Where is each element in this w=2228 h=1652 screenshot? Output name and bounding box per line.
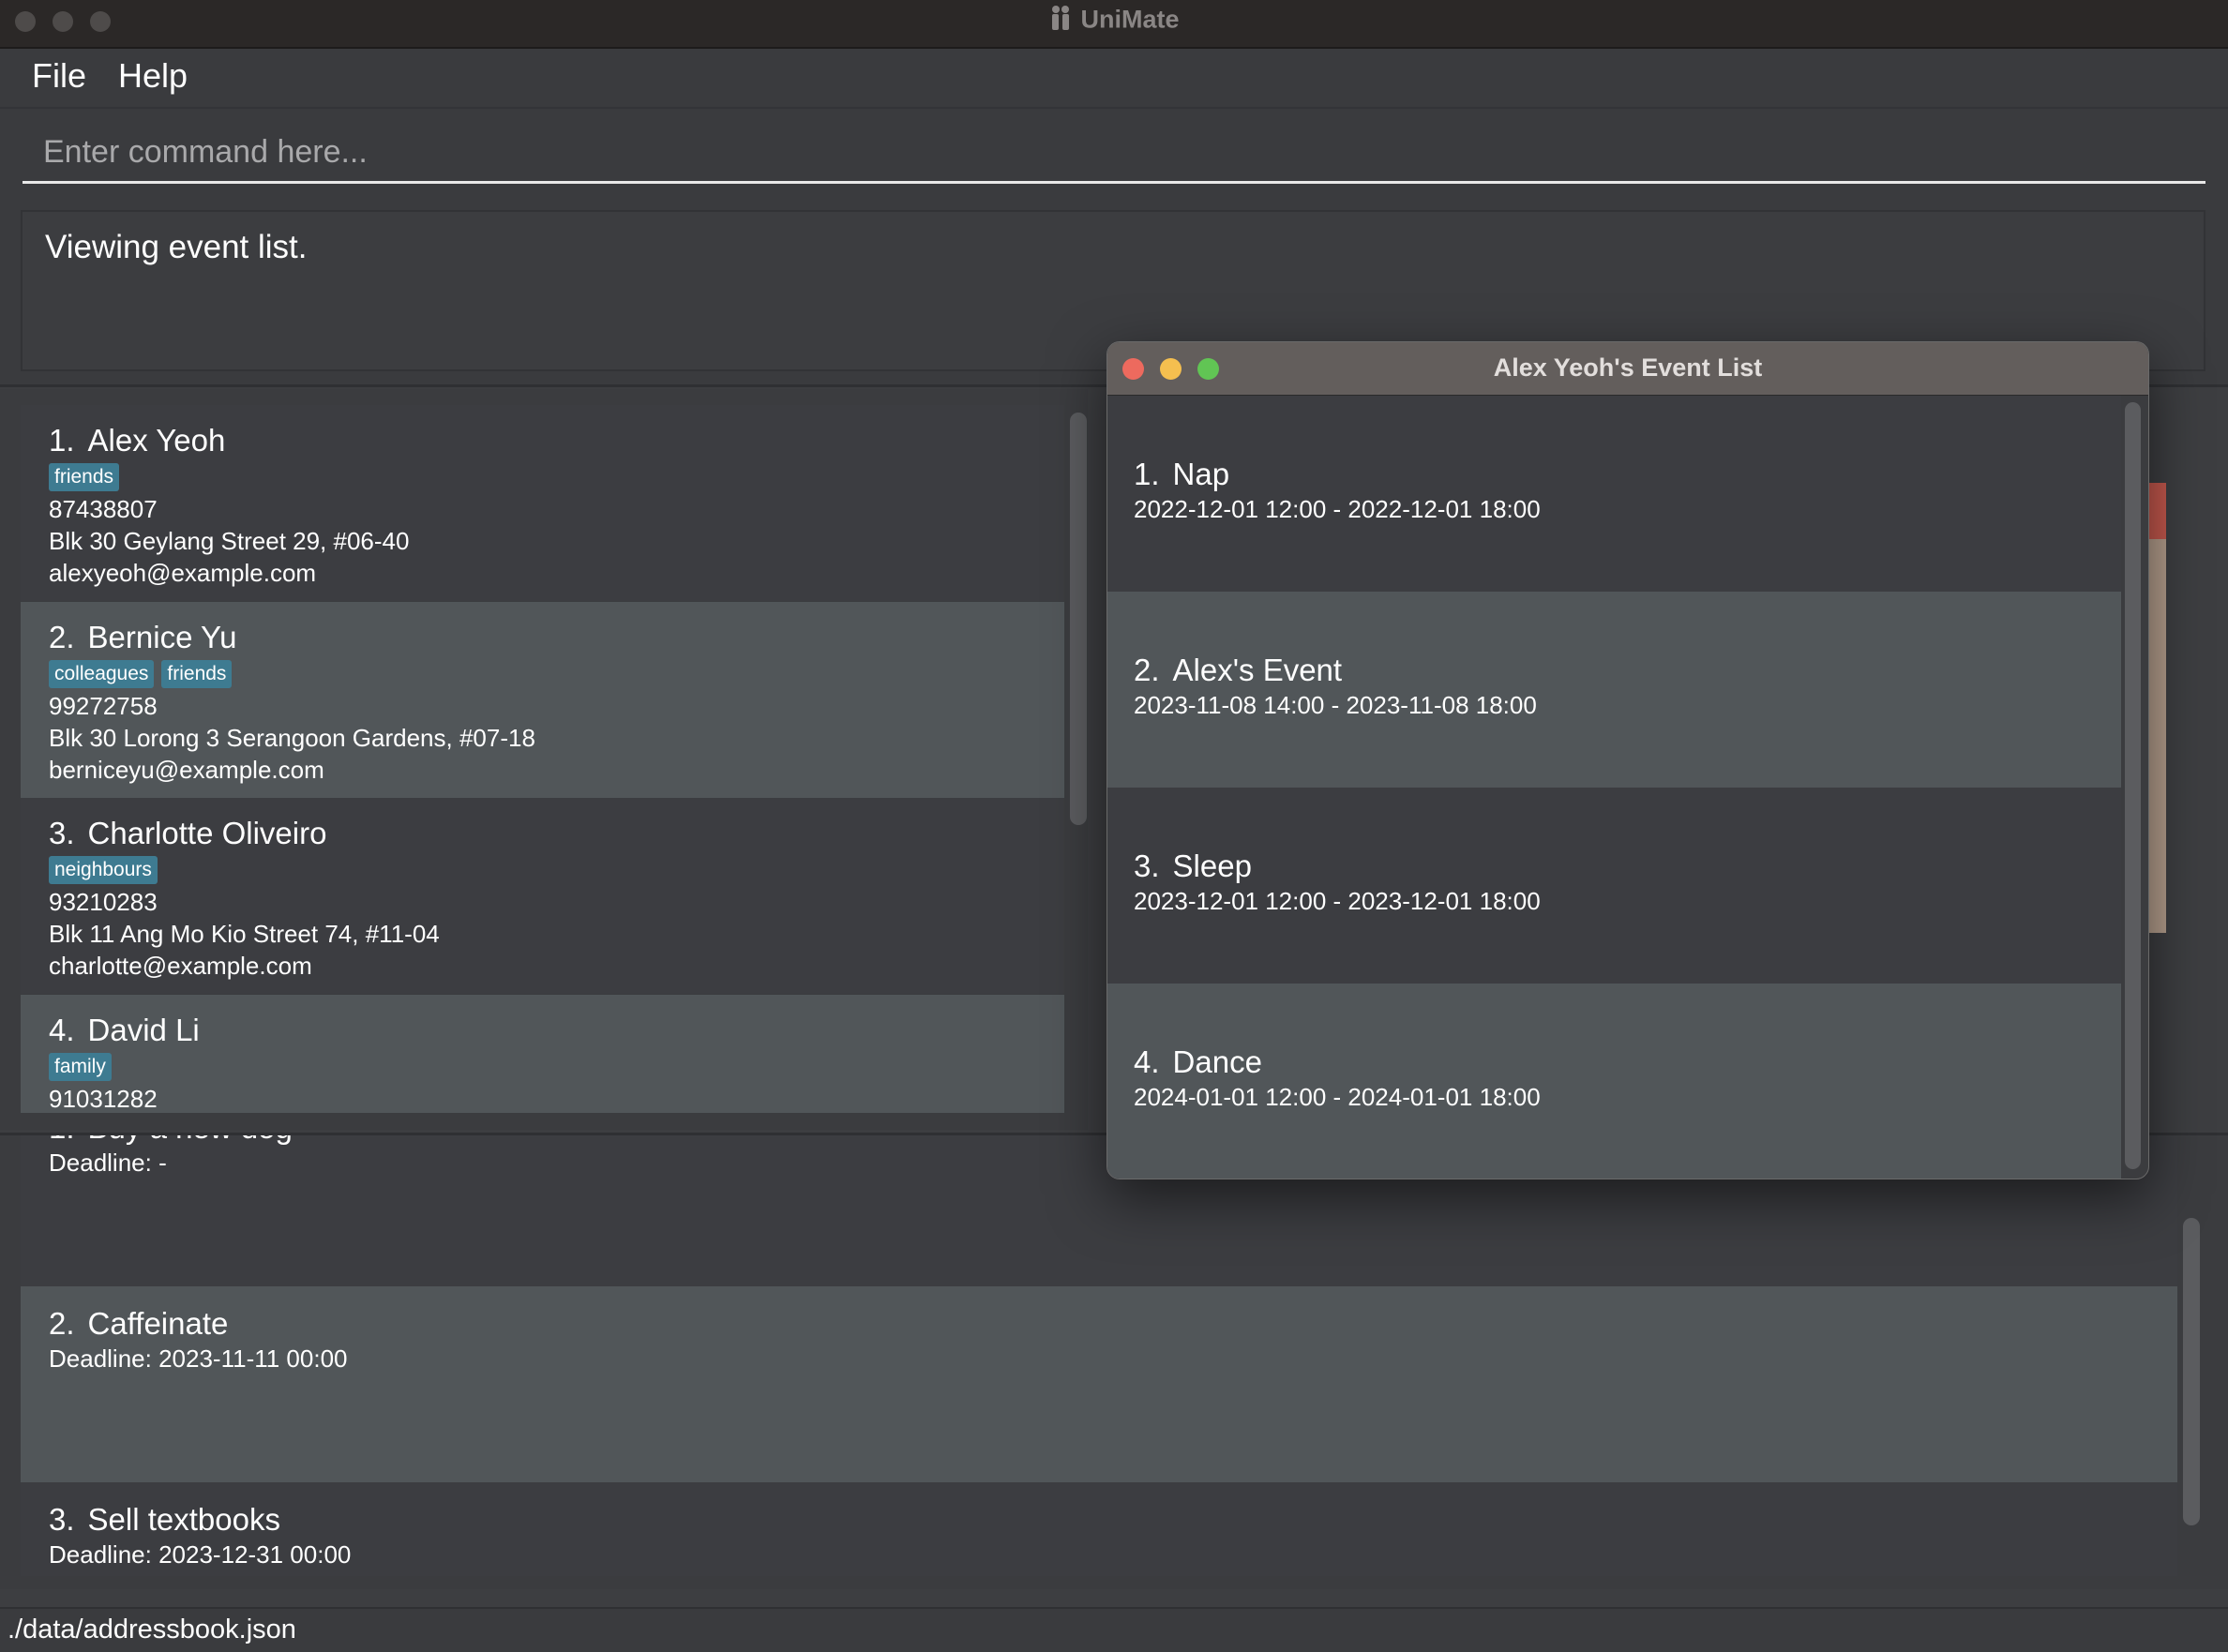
people-logo-icon	[1048, 5, 1073, 38]
event-name: Sleep	[1172, 849, 1252, 883]
event-time: 2022-12-01 12:00 - 2022-12-01 18:00	[1134, 495, 1541, 523]
person-phone: 91031282	[49, 1085, 158, 1113]
person-name: Bernice Yu	[87, 620, 237, 654]
tag: friends	[161, 660, 233, 688]
person-index: 4.	[49, 1013, 75, 1047]
person-card[interactable]: 1. Alex Yeoh friends 87438807 Blk 30 Geyl…	[21, 405, 1064, 601]
tag: colleagues	[49, 660, 155, 688]
person-email: berniceyu@example.com	[49, 756, 324, 784]
background-window-strip-accent	[2147, 483, 2166, 539]
event-time: 2023-12-01 12:00 - 2023-12-01 18:00	[1134, 887, 1541, 915]
command-box	[0, 109, 2228, 197]
event-list-window: Alex Yeoh's Event List 1. Nap 2022-12-01 …	[1106, 341, 2149, 1179]
person-name: Charlotte Oliveiro	[87, 816, 327, 850]
menu-help[interactable]: Help	[118, 56, 188, 96]
event-card[interactable]: 2. Alex's Event 2023-11-08 14:00 - 2023-1…	[1107, 592, 2121, 788]
task-list-viewport: 1.Buy a new dog Deadline: - 2.Caffeinate…	[0, 1135, 2228, 1584]
person-card[interactable]: 3. Charlotte Oliveiro neighbours 93210283…	[21, 798, 1064, 994]
task-deadline: Deadline: 2023-12-31 00:00	[49, 1540, 352, 1569]
event-card[interactable]: 4. Dance 2024-01-01 12:00 - 2024-01-01 18…	[1107, 984, 2121, 1179]
task-card[interactable]: 3. Sell textbooks Deadline: 2023-12-31 00…	[21, 1482, 2177, 1576]
person-email: alexyeoh@example.com	[49, 559, 317, 587]
person-index: 1.	[49, 423, 75, 458]
task-name: Buy a new dog	[88, 1135, 293, 1145]
command-input[interactable]	[23, 124, 2205, 184]
event-card[interactable]: 1. Nap 2022-12-01 12:00 - 2022-12-01 18:0…	[1107, 396, 2121, 592]
tag-list: family	[49, 1053, 1036, 1083]
person-name-line: 2. Bernice Yu	[49, 619, 1036, 656]
event-time: 2024-01-01 12:00 - 2024-01-01 18:00	[1134, 1083, 1541, 1111]
event-name-line: 1. Nap	[1134, 456, 2095, 493]
event-list-scrollbar[interactable]	[2125, 402, 2141, 1169]
tag-list: colleagues friends	[49, 660, 1036, 690]
event-index: 4.	[1134, 1044, 1160, 1079]
event-time: 2023-11-08 14:00 - 2023-11-08 18:00	[1134, 691, 1537, 719]
tag: family	[49, 1053, 112, 1081]
app-title-text: UniMate	[1080, 5, 1180, 34]
person-list: 1. Alex Yeoh friends 87438807 Blk 30 Geyl…	[0, 389, 1088, 1130]
person-index: 3.	[49, 816, 75, 850]
task-name-line: 2. Caffeinate	[49, 1305, 2149, 1343]
tag-list: neighbours	[49, 856, 1036, 886]
task-card[interactable]: 2. Caffeinate Deadline: 2023-11-11 00:00	[21, 1286, 2177, 1482]
background-window-strip	[2147, 483, 2166, 933]
app-title: UniMate	[0, 5, 2228, 38]
person-name-line: 4. David Li	[49, 1012, 1036, 1049]
menu-bar: File Help	[0, 49, 2228, 109]
main-titlebar: UniMate	[0, 0, 2228, 49]
event-name-line: 3. Sleep	[1134, 848, 2095, 885]
person-card[interactable]: 2. Bernice Yu colleagues friends 99272758 …	[21, 602, 1064, 798]
event-index: 2.	[1134, 653, 1160, 687]
save-location: ./data/addressbook.json	[8, 1614, 296, 1644]
person-phone: 99272758	[49, 692, 158, 720]
tag: friends	[49, 463, 120, 491]
person-phone: 93210283	[49, 888, 158, 916]
event-window-title: Alex Yeoh's Event List	[1493, 353, 1763, 382]
task-name-line: 3. Sell textbooks	[49, 1501, 2149, 1539]
task-index: 3.	[49, 1502, 75, 1537]
person-address: Blk 11 Ang Mo Kio Street 74, #11-04	[49, 920, 440, 948]
person-name-line: 1. Alex Yeoh	[49, 422, 1036, 459]
event-name: Dance	[1172, 1044, 1262, 1079]
event-index: 3.	[1134, 849, 1160, 883]
task-deadline: Deadline: 2023-11-11 00:00	[49, 1344, 348, 1373]
event-name: Alex's Event	[1172, 653, 1343, 687]
person-address: Blk 30 Geylang Street 29, #06-40	[49, 527, 410, 555]
person-phone: 87438807	[49, 495, 158, 523]
result-text: Viewing event list.	[45, 229, 308, 265]
menu-file[interactable]: File	[32, 56, 86, 96]
tag: neighbours	[49, 856, 158, 884]
person-card[interactable]: 4. David Li family 91031282	[21, 995, 1064, 1113]
person-address: Blk 30 Lorong 3 Serangoon Gardens, #07-1…	[49, 724, 535, 752]
event-name: Nap	[1172, 457, 1230, 491]
person-index: 2.	[49, 620, 75, 654]
person-list-scrollbar[interactable]	[1070, 413, 1087, 825]
event-index: 1.	[1134, 457, 1160, 491]
task-list: 1.Buy a new dog Deadline: - 2.Caffeinate…	[0, 1133, 2228, 1589]
task-index: 1.	[49, 1135, 75, 1145]
task-list-scrollbar[interactable]	[2183, 1218, 2200, 1525]
event-name-line: 2. Alex's Event	[1134, 652, 2095, 689]
person-name-line: 3. Charlotte Oliveiro	[49, 815, 1036, 852]
event-name-line: 4. Dance	[1134, 1044, 2095, 1081]
task-index: 2.	[49, 1306, 75, 1341]
event-card[interactable]: 3. Sleep 2023-12-01 12:00 - 2023-12-01 18…	[1107, 788, 2121, 984]
person-name: Alex Yeoh	[87, 423, 226, 458]
task-name: Sell textbooks	[87, 1502, 280, 1537]
person-name: David Li	[87, 1013, 200, 1047]
person-email: charlotte@example.com	[49, 952, 312, 980]
tag-list: friends	[49, 463, 1036, 493]
task-name: Caffeinate	[87, 1306, 229, 1341]
status-bar: ./data/addressbook.json	[0, 1607, 2228, 1652]
event-window-titlebar[interactable]: Alex Yeoh's Event List	[1107, 342, 2148, 396]
